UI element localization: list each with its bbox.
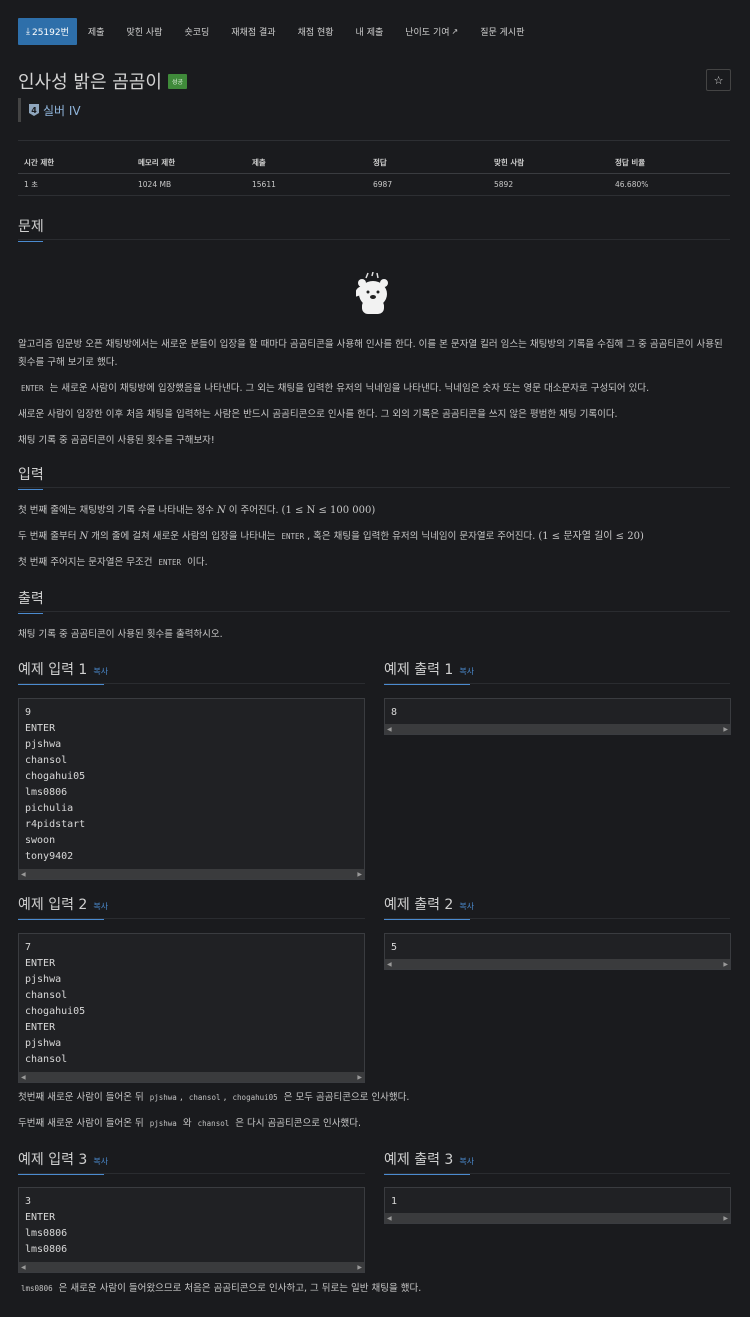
bear-emoticon-image — [356, 272, 388, 314]
nav-submit[interactable]: 제출 — [77, 18, 116, 45]
input-paragraph: 첫 번째 줄에는 채팅방의 기록 수를 나타내는 정수 N 이 주어진다. (1… — [18, 505, 376, 516]
stats-header-row: 시간 제한 메모리 제한 제출 정답 맞힌 사람 정답 비율 — [18, 152, 730, 174]
problem-paragraph: 알고리즘 입문방 오픈 채팅방에서는 새로운 분들이 입장을 할 때마다 곰곰티… — [18, 339, 723, 368]
scroll-left-icon: ◀ — [21, 1263, 26, 1271]
sample-output-1[interactable]: 8 ◀ ▶ — [384, 698, 731, 735]
sample-output-2[interactable]: 5 ◀ ▶ — [384, 933, 731, 970]
horizontal-scrollbar[interactable]: ◀ ▶ — [385, 1213, 730, 1223]
scroll-right-icon: ▶ — [723, 960, 728, 968]
external-link-icon: ↗ — [451, 27, 459, 36]
inline-code: ENTER — [281, 532, 305, 541]
inline-code: pjshwa — [149, 1119, 177, 1128]
sample-output-3[interactable]: 1 ◀ ▶ — [384, 1187, 731, 1224]
stats-value: 6987 — [373, 180, 393, 189]
example-output-2-title: 예제 출력 2 복사 — [384, 894, 474, 920]
sample-input-2[interactable]: 7 ENTER pjshwa chansol chogahui05 ENTER … — [18, 933, 365, 1083]
stats-header: 맞힌 사람 — [494, 158, 525, 167]
tier-text: 실버 IV — [43, 103, 81, 118]
stats-value: 1 초 — [24, 180, 39, 189]
inline-code: lms0806 — [21, 1284, 53, 1293]
scroll-right-icon: ▶ — [357, 1073, 362, 1081]
stats-value: 5892 — [494, 180, 514, 189]
stats-value-row: 1 초 1024 MB 15611 6987 5892 46.680% — [18, 174, 730, 196]
scroll-right-icon: ▶ — [357, 870, 362, 878]
nav-status[interactable]: 채점 현황 — [287, 18, 345, 45]
stats-header: 시간 제한 — [24, 158, 55, 167]
copy-button[interactable]: 복사 — [459, 1157, 474, 1166]
input-paragraph: 두 번째 줄부터 N 개의 줄에 걸쳐 새로운 사람의 입장을 나타내는 ENT… — [18, 531, 644, 542]
scroll-left-icon: ◀ — [387, 960, 392, 968]
status-badge: 성공 — [167, 73, 187, 89]
example-3-explanation: lms0806 은 새로운 사람이 들어왔으므로 처음은 곰곰티콘으로 인사하고… — [18, 1280, 730, 1298]
download-icon: ⤓ — [26, 26, 30, 37]
section-output-title: 출력 — [18, 588, 44, 614]
example-output-3-title: 예제 출력 3 복사 — [384, 1149, 474, 1175]
nav-solved-users[interactable]: 맞힌 사람 — [115, 18, 173, 45]
scroll-left-icon: ◀ — [387, 725, 392, 733]
inline-code: chansol — [188, 1093, 221, 1102]
inline-code: pjshwa — [149, 1093, 177, 1102]
example-input-3-title: 예제 입력 3 복사 — [18, 1149, 108, 1175]
stats-header: 메모리 제한 — [138, 158, 176, 167]
tier-icon: 4 — [29, 104, 39, 116]
stats-header: 정답 비율 — [615, 158, 646, 167]
stats-header: 제출 — [252, 158, 266, 167]
horizontal-scrollbar[interactable]: ◀ ▶ — [19, 869, 364, 879]
copy-button[interactable]: 복사 — [93, 1157, 108, 1166]
inline-code: chogahui05 — [232, 1093, 278, 1102]
nav-short-coding[interactable]: 숏코딩 — [173, 18, 220, 45]
sample-input-1[interactable]: 9 ENTER pjshwa chansol chogahui05 lms080… — [18, 698, 365, 880]
problem-paragraph: ENTER 는 새로운 사람이 채팅방에 입장했음을 나타낸다. 그 외는 채팅… — [18, 380, 730, 398]
star-icon: ☆ — [713, 73, 724, 87]
nav-rejudge-results[interactable]: 재채점 결과 — [220, 18, 286, 45]
horizontal-scrollbar[interactable]: ◀ ▶ — [385, 724, 730, 734]
scroll-left-icon: ◀ — [21, 870, 26, 878]
scroll-left-icon: ◀ — [21, 1073, 26, 1081]
problem-title: 인사성 밝은 곰곰이 — [18, 72, 162, 93]
copy-button[interactable]: 복사 — [93, 667, 108, 676]
stats-value: 46.680% — [615, 180, 649, 189]
stats-value: 1024 MB — [138, 180, 172, 189]
scroll-right-icon: ▶ — [357, 1263, 362, 1271]
scroll-left-icon: ◀ — [387, 1214, 392, 1222]
horizontal-scrollbar[interactable]: ◀ ▶ — [385, 959, 730, 969]
nav-question-board[interactable]: 질문 게시판 — [469, 18, 535, 45]
copy-button[interactable]: 복사 — [459, 902, 474, 911]
scroll-right-icon: ▶ — [723, 725, 728, 733]
inline-code: chansol — [197, 1119, 230, 1128]
divider — [18, 140, 730, 141]
section-input-title: 입력 — [18, 464, 44, 490]
inline-code: ENTER — [158, 558, 182, 567]
stats-value: 15611 — [252, 180, 276, 189]
nav-my-submissions[interactable]: 내 제출 — [345, 18, 395, 45]
star-button[interactable]: ☆ — [706, 69, 731, 91]
example-input-2-title: 예제 입력 2 복사 — [18, 894, 108, 920]
example-input-1-title: 예제 입력 1 복사 — [18, 659, 108, 685]
example-2-explanation: 두번째 새로운 사람이 들어온 뒤 pjshwa 와 chansol 은 다시 … — [18, 1118, 361, 1129]
horizontal-scrollbar[interactable]: ◀ ▶ — [19, 1072, 364, 1082]
scroll-right-icon: ▶ — [723, 1214, 728, 1222]
nav-problem-id[interactable]: ⤓ 25192번 — [18, 18, 77, 45]
output-paragraph: 채팅 기록 중 곰곰티콘이 사용된 횟수를 출력하시오. — [18, 629, 223, 640]
problem-paragraph: 채팅 기록 중 곰곰티콘이 사용된 횟수를 구해보자! — [18, 435, 215, 446]
problem-paragraph: 새로운 사람이 입장한 이후 처음 채팅을 입력하는 사람은 반드시 곰곰티콘으… — [18, 409, 618, 420]
page-title: 인사성 밝은 곰곰이 성공 — [18, 68, 187, 94]
problem-stats-table: 시간 제한 메모리 제한 제출 정답 맞힌 사람 정답 비율 1 초 1024 … — [18, 152, 730, 196]
nav-difficulty-contribution[interactable]: 난이도 기여 ↗ — [394, 18, 469, 45]
section-problem-title: 문제 — [18, 216, 44, 242]
problem-nav: ⤓ 25192번 제출 맞힌 사람 숏코딩 재채점 결과 채점 현황 내 제출 … — [18, 18, 535, 45]
inline-code: ENTER — [21, 384, 44, 393]
horizontal-scrollbar[interactable]: ◀ ▶ — [19, 1262, 364, 1272]
stats-header: 정답 — [373, 158, 387, 167]
tier-label[interactable]: 4 실버 IV — [18, 98, 81, 122]
sample-input-3[interactable]: 3 ENTER lms0806 lms0806 ◀ ▶ — [18, 1187, 365, 1273]
copy-button[interactable]: 복사 — [459, 667, 474, 676]
copy-button[interactable]: 복사 — [93, 902, 108, 911]
example-2-explanation: 첫번째 새로운 사람이 들어온 뒤 pjshwa, chansol, choga… — [18, 1092, 410, 1103]
example-output-1-title: 예제 출력 1 복사 — [384, 659, 474, 685]
input-paragraph: 첫 번째 주어지는 문자열은 무조건 ENTER 이다. — [18, 557, 208, 568]
